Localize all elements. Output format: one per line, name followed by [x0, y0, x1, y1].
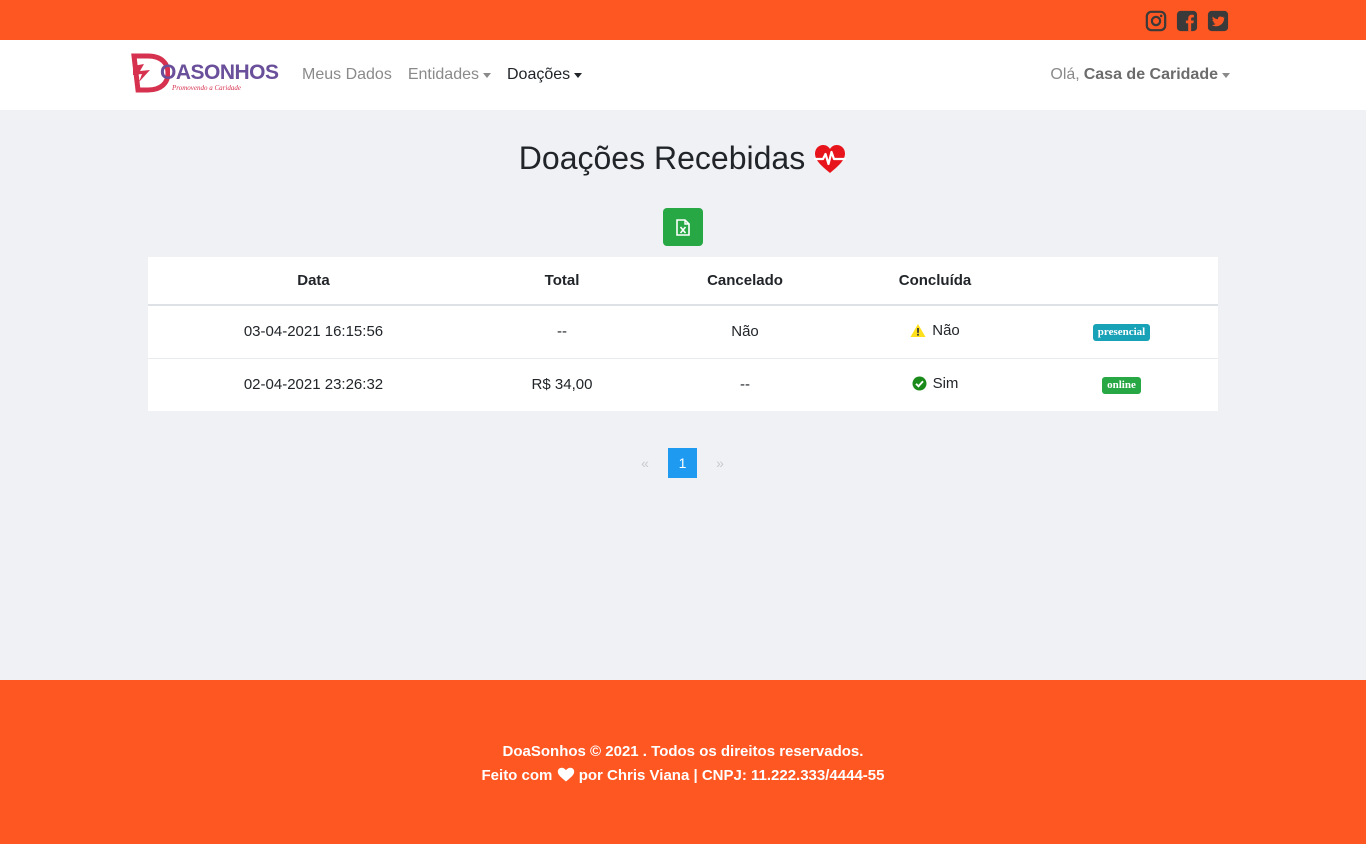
footer-author: por Chris Viana | CNPJ: 11.222.333/4444-…	[578, 767, 885, 784]
donations-table: Data Total Cancelado Concluída 03-04-202…	[148, 257, 1218, 411]
pagination-page-1[interactable]: 1	[668, 448, 697, 478]
pagination-next[interactable]: »	[707, 448, 733, 478]
nav-item-label: Meus Dados	[302, 66, 392, 83]
column-header-tipo	[1025, 257, 1218, 306]
status-concluida: Não	[910, 322, 960, 339]
cell-concluida: Sim	[845, 357, 1025, 411]
status-label: Não	[932, 321, 960, 339]
page-header: Doações Recebidas	[0, 140, 1366, 177]
warning-icon	[910, 323, 926, 337]
cell-data: 03-04-2021 16:15:56	[243, 323, 384, 341]
status-label: Sim	[932, 374, 959, 392]
pagination-prev[interactable]: «	[632, 448, 658, 478]
column-header-data: Data	[148, 257, 479, 306]
top-bar	[0, 0, 1366, 40]
pagination: « 1 »	[632, 448, 733, 478]
footer-copyright: DoaSonhos © 2021 . Todos os direitos res…	[502, 743, 864, 760]
main-nav: Meus Dados Entidades Doações	[302, 40, 583, 110]
cell-total: R$ 34,00	[479, 357, 645, 411]
facebook-icon[interactable]	[1176, 10, 1198, 32]
caret-down-icon	[1222, 72, 1230, 78]
nav-item-doacoes[interactable]: Doações	[507, 66, 583, 84]
type-badge: online	[1102, 377, 1141, 395]
type-badge: presencial	[1092, 324, 1151, 342]
brand-tagline: Promovendo a Caridade	[172, 84, 241, 92]
column-header-concluida: Concluída	[845, 257, 1025, 306]
social-links	[1145, 10, 1229, 32]
user-greeting: Olá,	[1050, 66, 1080, 83]
footer-made-with: Feito com	[481, 767, 553, 784]
column-header-cancelado: Cancelado	[645, 257, 845, 306]
twitter-icon[interactable]	[1207, 10, 1229, 32]
page-title: Doações Recebidas	[518, 140, 806, 176]
table-header-row: Data Total Cancelado Concluída	[148, 257, 1218, 306]
instagram-icon[interactable]	[1145, 10, 1167, 32]
status-concluida: Sim	[912, 374, 959, 392]
footer-credits: Feito com por Chris Viana | CNPJ: 11.222…	[0, 767, 1366, 784]
heartbeat-icon	[814, 144, 847, 173]
brand-logo[interactable]: OASONHOS Promovendo a Caridade	[130, 52, 279, 98]
file-excel-icon	[676, 218, 690, 236]
cell-concluida: Não	[845, 305, 1025, 358]
cell-cancelado: Não	[731, 323, 759, 341]
check-circle-icon	[912, 376, 927, 391]
cell-tipo: presencial	[1025, 305, 1218, 358]
cell-data: 02-04-2021 23:26:32	[148, 357, 479, 411]
user-menu[interactable]: Olá, Casa de Caridade	[1050, 40, 1230, 110]
heart-icon	[557, 767, 574, 782]
table-row: 02-04-2021 23:26:32 R$ 34,00 -- Sim onli…	[148, 357, 1218, 411]
caret-down-icon	[574, 72, 583, 78]
nav-item-label: Entidades	[407, 66, 479, 83]
user-name: Casa de Caridade	[1083, 66, 1218, 83]
navbar: OASONHOS Promovendo a Caridade Meus Dado…	[0, 40, 1366, 110]
cell-cancelado: --	[645, 357, 845, 411]
nav-item-meus-dados[interactable]: Meus Dados	[302, 66, 392, 84]
table-row: 03-04-2021 16:15:56 -- Não Não presencia…	[148, 305, 1218, 358]
column-header-total: Total	[479, 257, 645, 306]
footer: DoaSonhos © 2021 . Todos os direitos res…	[0, 680, 1366, 844]
caret-down-icon	[483, 72, 491, 78]
nav-item-label: Doações	[507, 66, 571, 83]
export-excel-button[interactable]	[663, 208, 703, 246]
cell-tipo: online	[1025, 357, 1218, 411]
cell-total: --	[557, 323, 567, 341]
nav-item-entidades[interactable]: Entidades	[408, 66, 491, 84]
brand-name: OASONHOS	[160, 61, 279, 84]
